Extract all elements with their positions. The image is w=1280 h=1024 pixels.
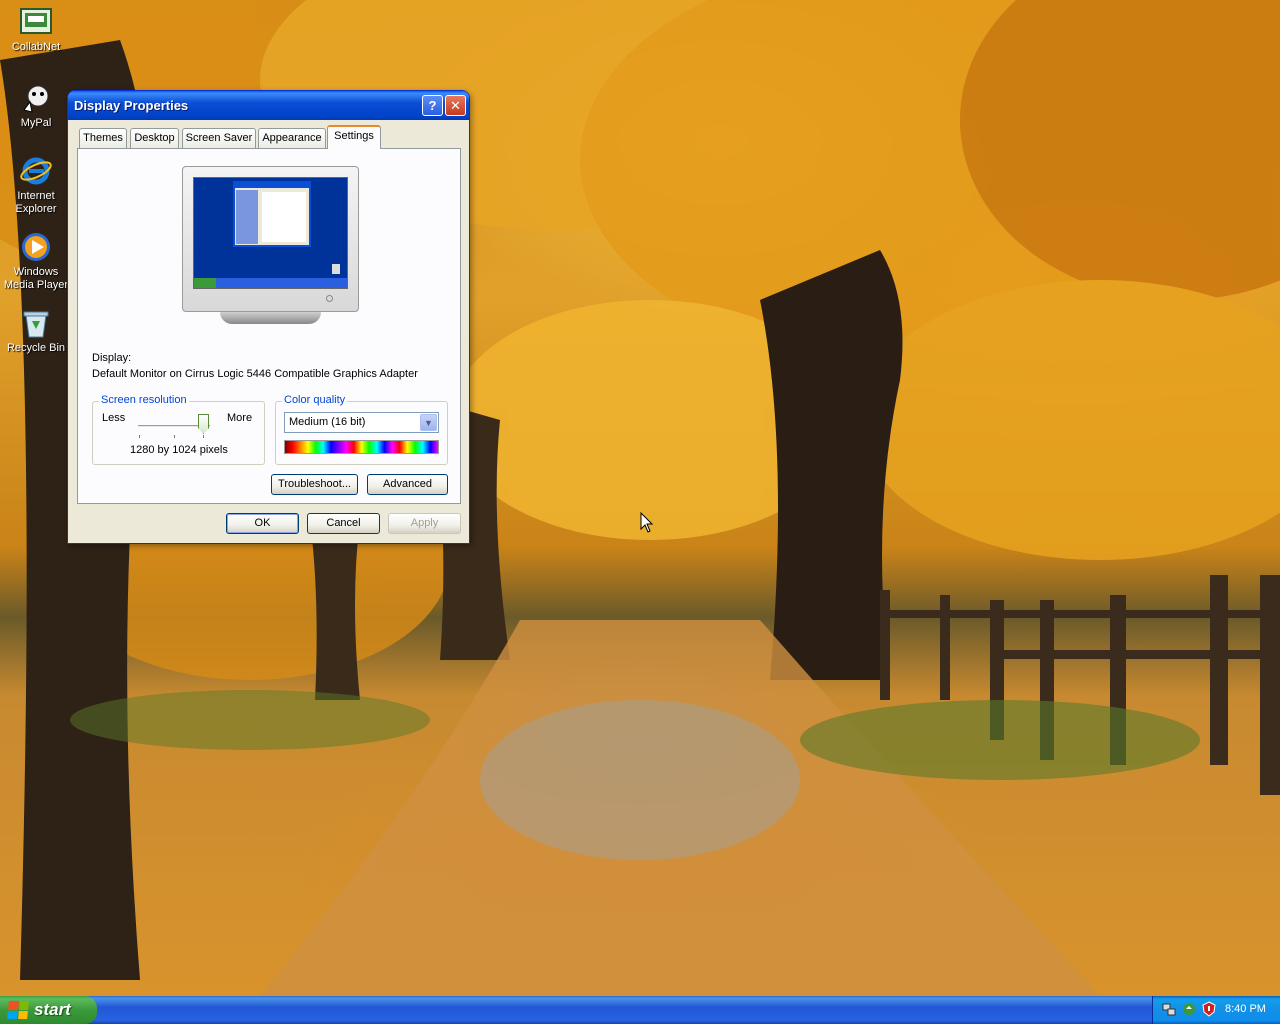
close-icon: ✕ [450, 97, 461, 113]
chevron-down-icon[interactable]: ▼ [420, 414, 437, 431]
tab-themes[interactable]: Themes [79, 128, 127, 148]
monitor-preview [182, 166, 359, 312]
slider-tick [203, 435, 204, 438]
desktop-preview-icon [194, 181, 347, 288]
tab-desktop[interactable]: Desktop [130, 128, 179, 148]
start-button[interactable]: start [0, 996, 97, 1024]
color-quality-group: Color quality Medium (16 bit) ▼ [275, 394, 448, 465]
desktop-icon-mypal[interactable]: MyPal [0, 82, 72, 130]
media-player-icon [20, 231, 52, 263]
security-shield-icon[interactable] [1201, 1001, 1217, 1017]
slider-tick [139, 435, 140, 438]
system-tray: 8:40 PM [1152, 996, 1280, 1024]
apply-button[interactable]: Apply [388, 513, 461, 534]
desktop-icon-label: Windows Media Player [3, 266, 69, 291]
desktop-icon-windows-media-player[interactable]: Windows Media Player [0, 231, 72, 292]
tab-appearance[interactable]: Appearance [258, 128, 326, 148]
advanced-button[interactable]: Advanced [367, 474, 448, 495]
resolution-slider-thumb[interactable] [198, 414, 209, 434]
desktop-icon-collabnet[interactable]: CollabNet [0, 6, 72, 54]
mouse-pointer-icon [640, 511, 654, 537]
cancel-button[interactable]: Cancel [307, 513, 380, 534]
update-icon[interactable] [1181, 1001, 1197, 1017]
collabnet-icon [20, 6, 52, 38]
desktop-icon-label: CollabNet [11, 41, 61, 53]
color-spectrum-preview [284, 440, 439, 454]
help-button[interactable]: ? [422, 95, 443, 116]
clock[interactable]: 8:40 PM [1225, 1003, 1266, 1015]
tab-screen-saver[interactable]: Screen Saver [182, 128, 256, 148]
ok-button[interactable]: OK [226, 513, 299, 534]
display-adapter-value: Default Monitor on Cirrus Logic 5446 Com… [92, 368, 418, 380]
monitor-stand [220, 312, 321, 324]
start-label: start [34, 1000, 71, 1019]
desktop-icon-label: Internet Explorer [15, 190, 57, 215]
monitor-preview-screen [193, 177, 348, 289]
close-button[interactable]: ✕ [445, 95, 466, 116]
taskbar: start 8:40 PM [0, 996, 1280, 1024]
desktop-icon-label: MyPal [20, 117, 52, 129]
desktop-icon-recycle-bin[interactable]: Recycle Bin [0, 307, 72, 355]
mypal-icon [20, 82, 52, 114]
dialog-title-bar[interactable]: Display Properties ? ✕ [68, 91, 469, 120]
tab-settings[interactable]: Settings [327, 125, 381, 149]
dialog-title: Display Properties [74, 98, 189, 113]
desktop-icon-internet-explorer[interactable]: Internet Explorer [0, 155, 72, 216]
network-icon[interactable] [1161, 1001, 1177, 1017]
internet-explorer-icon [20, 155, 52, 187]
recycle-bin-icon [20, 307, 52, 339]
slider-tick [174, 435, 175, 438]
help-icon: ? [428, 98, 437, 113]
color-quality-selected-value: Medium (16 bit) [289, 416, 366, 428]
color-quality-label: Color quality [282, 394, 348, 406]
screen-resolution-label: Screen resolution [99, 394, 189, 406]
resolution-value: 1280 by 1024 pixels [130, 444, 228, 456]
settings-tab-panel: Display: Default Monitor on Cirrus Logic… [77, 148, 461, 504]
resolution-more-label: More [227, 412, 253, 424]
display-properties-dialog: Display Properties ? ✕ Themes Desktop Sc… [67, 90, 470, 544]
resolution-less-label: Less [102, 412, 126, 424]
monitor-power-icon [326, 295, 333, 302]
troubleshoot-button[interactable]: Troubleshoot... [271, 474, 358, 495]
screen-resolution-group: Screen resolution Less More 1280 by 1024… [92, 394, 265, 465]
display-label: Display: [92, 352, 132, 364]
desktop-icon-label: Recycle Bin [6, 342, 66, 354]
windows-logo-icon [7, 1001, 29, 1019]
color-quality-select[interactable]: Medium (16 bit) ▼ [284, 412, 439, 433]
